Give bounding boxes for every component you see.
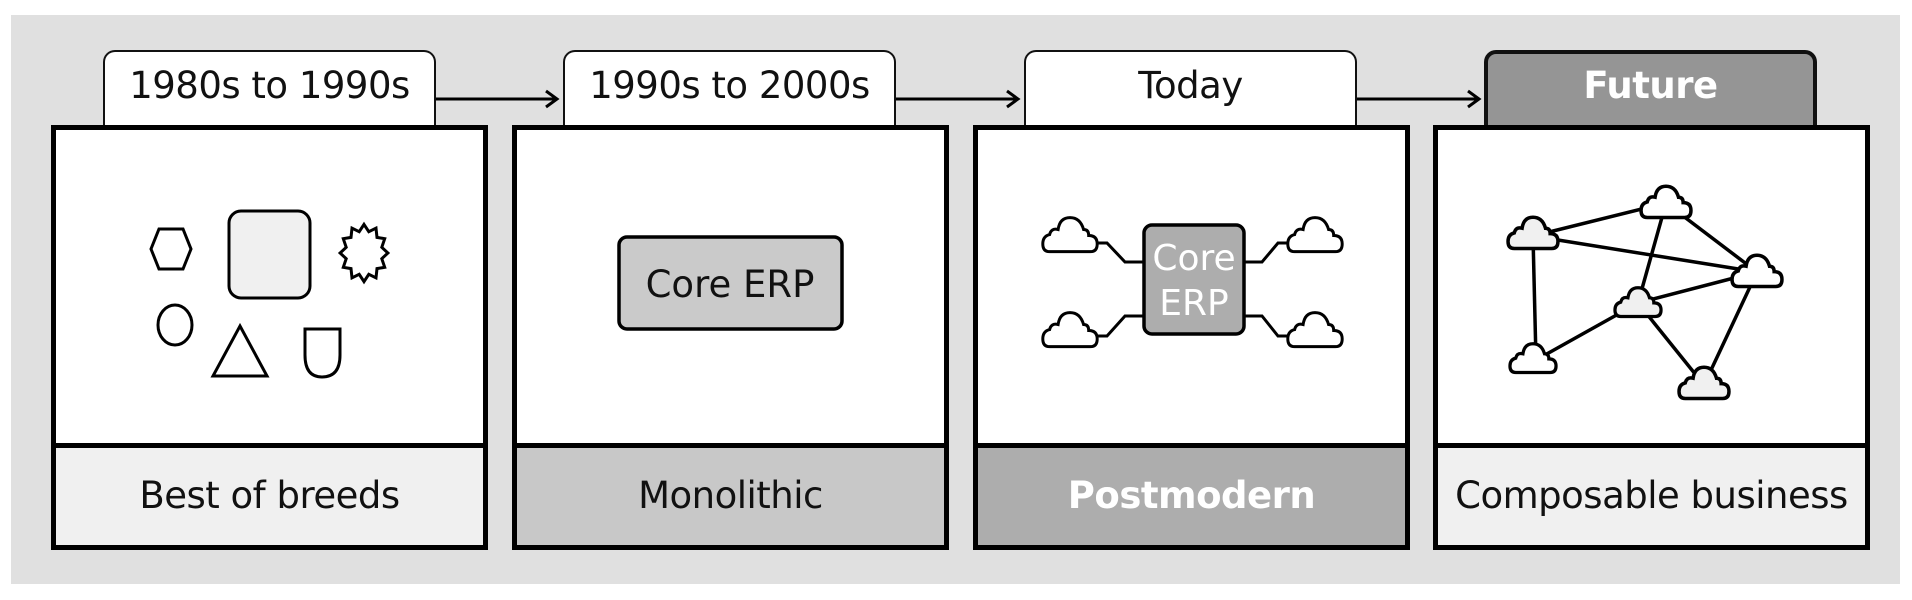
stage-label-2: Monolithic xyxy=(517,443,944,545)
stage-panel-1: Best of breeds xyxy=(51,125,488,550)
stage-illustration-4 xyxy=(1438,130,1865,448)
stage-label-4: Composable business xyxy=(1438,443,1865,545)
stage-illustration-1 xyxy=(56,130,483,448)
stage-illustration-3 xyxy=(978,130,1405,448)
stage-panel-3: Postmodern xyxy=(973,125,1410,550)
stage-illustration-2 xyxy=(517,130,944,448)
stage-panel-4: Composable business xyxy=(1433,125,1870,550)
erp-evolution-diagram: 1980s to 1990s 1990s to 2000s Today Futu… xyxy=(0,0,1912,600)
era-tab-4-future: Future xyxy=(1484,50,1817,128)
stage-label-3: Postmodern xyxy=(978,443,1405,545)
era-tab-3: Today xyxy=(1024,50,1357,128)
era-tab-2: 1990s to 2000s xyxy=(563,50,896,128)
stage-label-1: Best of breeds xyxy=(56,443,483,545)
era-tab-1: 1980s to 1990s xyxy=(103,50,436,128)
stage-panel-2: Monolithic xyxy=(512,125,949,550)
